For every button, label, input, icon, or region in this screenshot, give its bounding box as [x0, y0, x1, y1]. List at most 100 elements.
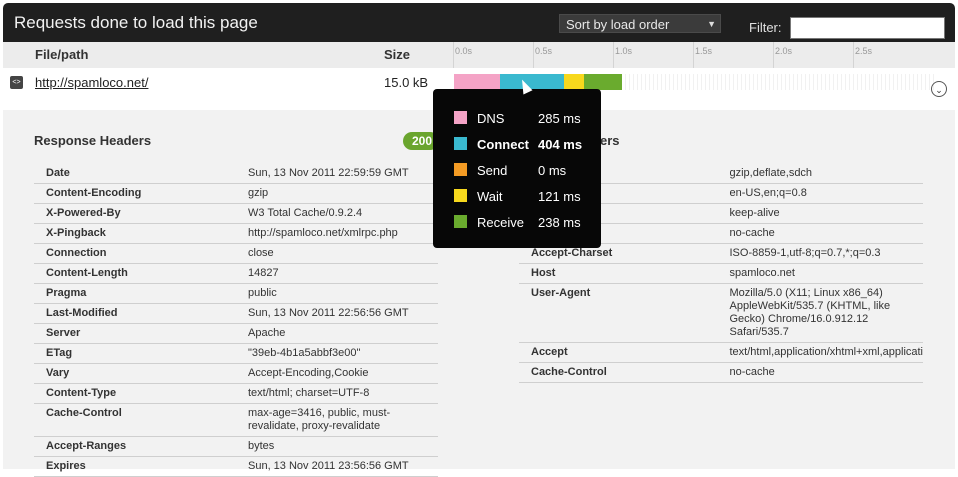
header-value: 14827 — [236, 263, 438, 284]
header-name: Vary — [34, 363, 236, 384]
dropdown-arrow-icon: ▼ — [707, 19, 716, 29]
tooltip-row-dns: DNS 285 ms — [433, 109, 601, 127]
tooltip-row-wait: Wait 121 ms — [433, 187, 601, 205]
column-header: File/path Size 0.0s 0.5s 1.0s 1.5s 2.0s 2.5s — [3, 42, 955, 69]
panel-header: Requests done to load this page Sort by … — [3, 3, 955, 42]
response-headers-table: Date Sun, 13 Nov 2011 22:59:59 GMT Content… — [34, 164, 438, 477]
timeline-tick-label: 0.0s — [455, 46, 473, 56]
header-row: Host spamloco.net — [519, 263, 923, 284]
timeline-tick-label: 2.5s — [855, 46, 873, 56]
request-size: 15.0 kB — [384, 75, 429, 90]
timeline-gridline — [453, 42, 454, 68]
timeline-gridline — [773, 42, 774, 68]
expand-details-button[interactable]: ⌄ — [931, 81, 947, 97]
header-row: Cache-Control max-age=3416, public, must-… — [34, 403, 438, 437]
header-row: Content-Length 14827 — [34, 263, 438, 284]
header-value: text/html,application/xhtml+xml,applicat… — [717, 342, 923, 363]
column-file-path: File/path — [35, 47, 89, 62]
header-row: Last-Modified Sun, 13 Nov 2011 22:56:56 G… — [34, 303, 438, 324]
timing-segment-wait[interactable] — [564, 74, 584, 90]
timeline-gridline — [613, 42, 614, 68]
filter-input[interactable] — [790, 17, 945, 39]
header-value: ISO-8859-1,utf-8;q=0.7,*;q=0.3 — [717, 243, 923, 264]
legend-swatch — [454, 215, 467, 228]
header-row: Expires Sun, 13 Nov 2011 23:56:56 GMT — [34, 456, 438, 477]
header-value: spamloco.net — [717, 263, 923, 284]
header-row: X-Powered-By W3 Total Cache/0.9.2.4 — [34, 203, 438, 224]
header-name: Host — [519, 263, 718, 284]
tooltip-row-connect: Connect 404 ms — [433, 135, 601, 153]
timeline-tick-label: 1.5s — [695, 46, 713, 56]
timing-segment-connect[interactable] — [499, 74, 565, 90]
header-value: keep-alive — [717, 203, 923, 224]
timing-segment-dns[interactable] — [454, 74, 500, 90]
header-value: no-cache — [717, 362, 923, 383]
header-name: User-Agent — [519, 283, 718, 343]
header-value: text/html; charset=UTF-8 — [236, 383, 438, 404]
legend-swatch — [454, 137, 467, 150]
header-name: Content-Type — [34, 383, 236, 404]
header-row: Connection close — [34, 243, 438, 264]
header-name: Pragma — [34, 283, 236, 304]
request-url-link[interactable]: http://spamloco.net/ — [35, 75, 148, 90]
header-row: Vary Accept-Encoding,Cookie — [34, 363, 438, 384]
timeline-tick-label: 1.0s — [615, 46, 633, 56]
request-headers-title: ers — [600, 133, 620, 148]
header-value: max-age=3416, public, must-revalidate, p… — [236, 403, 438, 437]
column-size: Size — [384, 47, 411, 62]
html-file-icon: <> — [10, 76, 23, 89]
timing-segment-receive[interactable] — [583, 74, 622, 90]
filter-label: Filter: — [749, 20, 782, 35]
sort-select[interactable]: Sort by load order ▼ — [559, 14, 721, 33]
header-row: User-Agent Mozilla/5.0 (X11; Linux x86_64… — [519, 283, 923, 343]
timeline-gridline — [853, 42, 854, 68]
header-row: Pragma public — [34, 283, 438, 304]
tooltip-phase-name: Wait — [477, 189, 503, 204]
header-value: W3 Total Cache/0.9.2.4 — [236, 203, 438, 224]
header-name: ETag — [34, 343, 236, 364]
header-row: ETag "39eb-4b1a5abbf3e00" — [34, 343, 438, 364]
tooltip-phase-name: Connect — [477, 137, 529, 152]
header-value: Apache — [236, 323, 438, 344]
header-value: http://spamloco.net/xmlrpc.php — [236, 223, 438, 244]
tooltip-row-send: Send 0 ms — [433, 161, 601, 179]
timeline-tick-label: 2.0s — [775, 46, 793, 56]
header-value: "39eb-4b1a5abbf3e00" — [236, 343, 438, 364]
header-value: bytes — [236, 436, 438, 457]
header-value: gzip — [236, 183, 438, 204]
header-row: Cache-Control no-cache — [519, 362, 923, 383]
header-row: Date Sun, 13 Nov 2011 22:59:59 GMT — [34, 164, 438, 184]
header-name: Accept-Ranges — [34, 436, 236, 457]
header-value: Sun, 13 Nov 2011 22:59:59 GMT — [236, 164, 438, 184]
tooltip-phase-value: 121 ms — [538, 189, 581, 204]
header-name: X-Powered-By — [34, 203, 236, 224]
legend-swatch — [454, 189, 467, 202]
header-name: X-Pingback — [34, 223, 236, 244]
header-name: Connection — [34, 243, 236, 264]
timeline-tick-label: 0.5s — [535, 46, 553, 56]
timeline-gridline — [693, 42, 694, 68]
header-row: Server Apache — [34, 323, 438, 344]
header-name: Content-Length — [34, 263, 236, 284]
header-value: Sun, 13 Nov 2011 23:56:56 GMT — [236, 456, 438, 477]
header-row: Accept text/html,application/xhtml+xml,ap… — [519, 342, 923, 363]
header-name: Cache-Control — [34, 403, 236, 437]
header-row: Accept-Ranges bytes — [34, 436, 438, 457]
header-value: Accept-Encoding,Cookie — [236, 363, 438, 384]
header-value: no-cache — [717, 223, 923, 244]
page-title: Requests done to load this page — [14, 13, 258, 32]
tooltip-phase-value: 0 ms — [538, 163, 567, 178]
tooltip-row-receive: Receive 238 ms — [433, 213, 601, 231]
timing-tooltip: DNS 285 ms Connect 404 ms Send 0 ms Wait 121 ms… — [433, 89, 601, 248]
header-value: gzip,deflate,sdch — [717, 164, 923, 184]
sort-select-label: Sort by load order — [566, 17, 670, 32]
legend-swatch — [454, 111, 467, 124]
header-value: public — [236, 283, 438, 304]
tooltip-phase-value: 238 ms — [538, 215, 581, 230]
timeline-gridline — [533, 42, 534, 68]
tooltip-phase-name: Send — [477, 163, 508, 178]
header-name: Expires — [34, 456, 236, 477]
tooltip-phase-value: 404 ms — [538, 137, 583, 152]
header-name: Last-Modified — [34, 303, 236, 324]
header-name: Accept — [519, 342, 718, 363]
